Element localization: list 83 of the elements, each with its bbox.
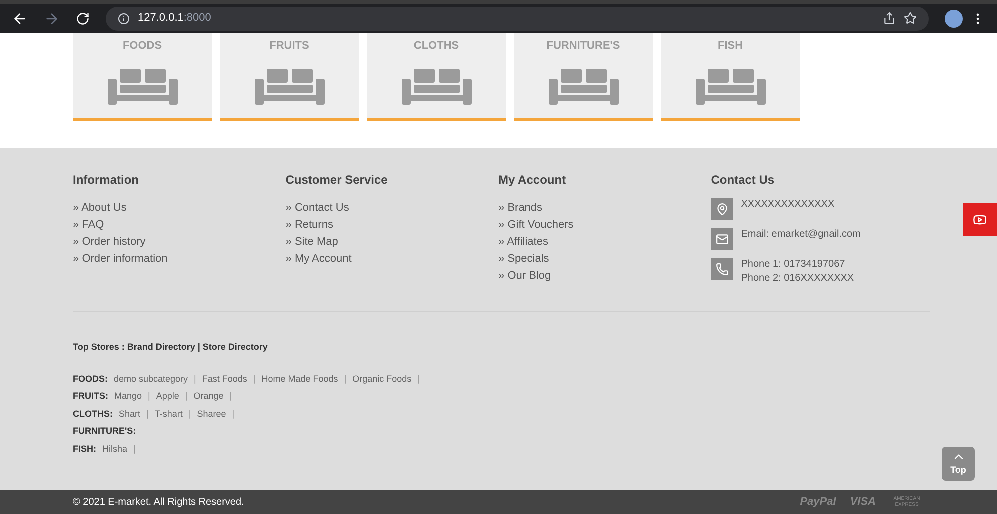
separator-text: | (418, 372, 420, 386)
separator-text: | (253, 372, 256, 386)
footer-link[interactable]: » Order information (73, 251, 286, 268)
url-port: :8000 (184, 11, 212, 26)
separator-text: | (194, 372, 196, 386)
sofa-icon (696, 68, 766, 104)
subcategory-label: CLOTHS: (73, 408, 113, 420)
subcategory-link[interactable]: Fast Foods (202, 372, 248, 386)
subcategory-link[interactable]: Apple (156, 390, 180, 404)
sofa-icon (402, 68, 472, 104)
subcategory-link[interactable]: demo subcategory (114, 372, 188, 386)
back-icon[interactable] (12, 10, 28, 26)
footer-link[interactable]: » My Account (286, 251, 498, 268)
subcategory-link[interactable]: Sharee (197, 408, 226, 421)
separator-text: | (146, 408, 149, 421)
reload-icon[interactable] (76, 12, 90, 26)
subcategory-link[interactable]: Hilsha (102, 442, 128, 456)
url-host: 127.0.0.1 (138, 11, 184, 26)
footer-link[interactable]: » About Us (73, 200, 286, 217)
footer-link[interactable]: » FAQ (73, 217, 286, 234)
separator-text: | (188, 408, 192, 421)
share-icon[interactable] (883, 12, 896, 25)
address-bar[interactable]: 127.0.0.1:8000 (106, 6, 929, 30)
top-stores-text: Top Stores : Brand Directory | Store Directory (73, 341, 269, 354)
bookmark-icon[interactable] (904, 12, 917, 25)
footer-link[interactable]: » Contact Us (286, 200, 498, 217)
subcategory-label: FISH: (73, 442, 96, 456)
info-icon (118, 12, 130, 24)
footer-link[interactable]: » Our Blog (498, 268, 712, 285)
footer-link[interactable]: » Site Map (286, 234, 498, 251)
column-heading: Customer Service (286, 172, 389, 189)
category-card[interactable]: FURNITURE'S (514, 33, 653, 121)
category-card[interactable]: CLOTHS (367, 33, 506, 121)
contact-text: Phone 2: 016XXXXXXXX (741, 272, 854, 286)
footer-link[interactable]: » Gift Vouchers (498, 217, 712, 234)
sofa-icon (254, 68, 324, 104)
contact-text: Email: emarket@gnail.com (741, 228, 861, 242)
footer-link[interactable]: » Affiliates (498, 234, 712, 251)
category-label: FRUITS (270, 39, 310, 54)
contact-text: Phone 1: 01734197067 (741, 258, 846, 272)
separator-text: | (230, 390, 232, 403)
phone-icon (716, 262, 729, 276)
footer-link[interactable]: » Returns (286, 217, 498, 234)
category-label: CLOTHS (414, 39, 460, 54)
category-label: FISH (718, 39, 744, 54)
footer-link[interactable]: » Specials (498, 251, 712, 268)
category-label: FOODS (122, 39, 162, 54)
copyright-text: © 2021 E-market. All Rights Reserved. (73, 496, 244, 510)
youtube-icon (973, 212, 987, 226)
payment-logo: VISA (850, 494, 876, 510)
back-to-top-button[interactable]: Top (942, 447, 975, 481)
subcategory-label: FRUITS: (73, 390, 108, 403)
subcategory-label: FOODS: (73, 372, 108, 386)
category-label: FURNITURE'S (546, 39, 620, 54)
subcategory-link[interactable]: T-shart (154, 408, 183, 421)
footer-link[interactable]: » Brands (498, 200, 712, 217)
footer-link[interactable]: » Order history (73, 234, 286, 251)
payment-logo: PayPal (800, 494, 836, 510)
subcategory-link[interactable]: Shart (119, 408, 141, 421)
subcategory-label: FURNITURE'S: (73, 425, 136, 438)
category-card[interactable]: FOODS (73, 33, 212, 121)
sofa-icon (548, 68, 618, 104)
sofa-icon (108, 68, 178, 104)
envelope-icon (716, 232, 729, 246)
separator-text: | (134, 442, 136, 456)
separator-text: | (232, 408, 235, 421)
column-heading: My Account (498, 172, 568, 189)
forward-icon[interactable] (44, 10, 60, 26)
column-heading: Information (73, 172, 140, 189)
youtube-button[interactable] (963, 203, 997, 236)
separator-text: | (148, 390, 150, 403)
subcategory-link[interactable]: Organic Foods (352, 372, 412, 386)
avatar[interactable] (945, 10, 963, 28)
separator-text: | (185, 390, 188, 403)
category-card[interactable]: FRUITS (220, 33, 359, 121)
category-card[interactable]: FISH (661, 33, 800, 121)
subcategory-link[interactable]: Mango (114, 390, 142, 404)
map-pin-icon (716, 202, 729, 216)
subcategory-link[interactable]: Home Made Foods (262, 372, 338, 386)
separator-text: | (344, 372, 347, 386)
contact-text: XXXXXXXXXXXXXX (741, 198, 835, 212)
subcategory-link[interactable]: Orange (194, 390, 224, 404)
column-heading: Contact Us (711, 172, 776, 189)
